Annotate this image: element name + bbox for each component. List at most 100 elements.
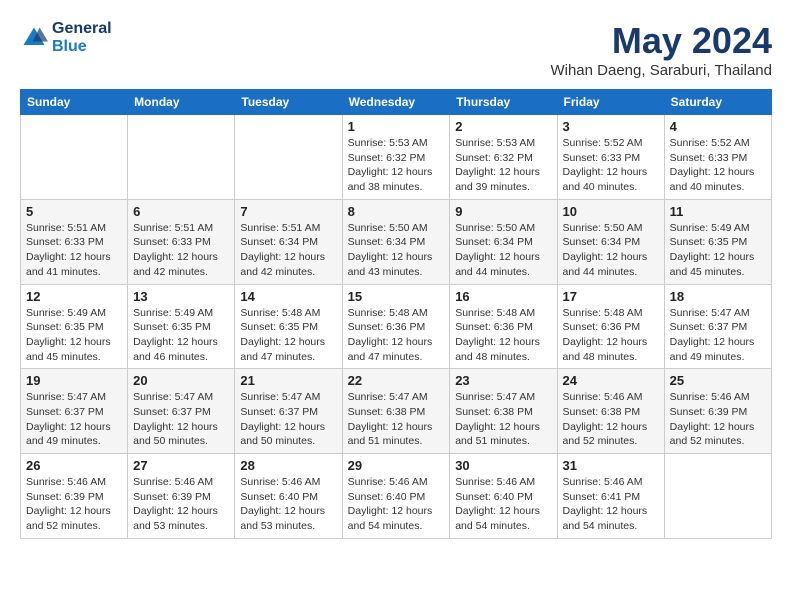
calendar-day-cell: 5 Sunrise: 5:51 AM Sunset: 6:33 PM Daylig…	[21, 199, 128, 284]
day-info: Sunrise: 5:47 AM Sunset: 6:37 PM Dayligh…	[26, 390, 122, 449]
weekday-header-tuesday: Tuesday	[235, 90, 342, 115]
calendar-week-row: 1 Sunrise: 5:53 AM Sunset: 6:32 PM Daylig…	[21, 115, 772, 200]
day-info: Sunrise: 5:46 AM Sunset: 6:40 PM Dayligh…	[348, 475, 445, 534]
day-info: Sunrise: 5:51 AM Sunset: 6:33 PM Dayligh…	[133, 221, 229, 280]
calendar-day-cell: 17 Sunrise: 5:48 AM Sunset: 6:36 PM Dayli…	[557, 284, 664, 369]
calendar-day-cell: 10Sunrise: 5:50 AM Sunset: 6:34 PM Dayli…	[557, 199, 664, 284]
day-info: Sunrise: 5:47 AM Sunset: 6:38 PM Dayligh…	[455, 390, 551, 449]
calendar-day-cell: 15 Sunrise: 5:48 AM Sunset: 6:36 PM Dayli…	[342, 284, 450, 369]
day-info: Sunrise: 5:46 AM Sunset: 6:38 PM Dayligh…	[563, 390, 659, 449]
calendar-day-cell: 18Sunrise: 5:47 AM Sunset: 6:37 PM Dayli…	[664, 284, 771, 369]
day-number: 12	[26, 289, 122, 304]
day-number: 17	[563, 289, 659, 304]
calendar-week-row: 19 Sunrise: 5:47 AM Sunset: 6:37 PM Dayli…	[21, 369, 772, 454]
day-number: 19	[26, 373, 122, 388]
day-number: 13	[133, 289, 229, 304]
day-info: Sunrise: 5:52 AM Sunset: 6:33 PM Dayligh…	[563, 136, 659, 195]
day-info: Sunrise: 5:47 AM Sunset: 6:37 PM Dayligh…	[133, 390, 229, 449]
day-number: 23	[455, 373, 551, 388]
calendar-day-cell: 8Sunrise: 5:50 AM Sunset: 6:34 PM Daylig…	[342, 199, 450, 284]
day-number: 27	[133, 458, 229, 473]
day-info: Sunrise: 5:48 AM Sunset: 6:35 PM Dayligh…	[240, 306, 336, 365]
logo: General Blue	[20, 20, 112, 56]
day-info: Sunrise: 5:48 AM Sunset: 6:36 PM Dayligh…	[348, 306, 445, 365]
calendar-day-cell: 25 Sunrise: 5:46 AM Sunset: 6:39 PM Dayli…	[664, 369, 771, 454]
day-info: Sunrise: 5:50 AM Sunset: 6:34 PM Dayligh…	[455, 221, 551, 280]
day-number: 15	[348, 289, 445, 304]
day-info: Sunrise: 5:46 AM Sunset: 6:39 PM Dayligh…	[670, 390, 766, 449]
day-number: 2	[455, 119, 551, 134]
title-section: May 2024 Wihan Daeng, Saraburi, Thailand	[550, 20, 772, 79]
calendar-day-cell: 29 Sunrise: 5:46 AM Sunset: 6:40 PM Dayli…	[342, 454, 450, 539]
logo-text: General Blue	[52, 20, 112, 56]
day-info: Sunrise: 5:47 AM Sunset: 6:37 PM Dayligh…	[240, 390, 336, 449]
day-number: 6	[133, 204, 229, 219]
day-number: 26	[26, 458, 122, 473]
day-info: Sunrise: 5:51 AM Sunset: 6:33 PM Dayligh…	[26, 221, 122, 280]
day-info: Sunrise: 5:46 AM Sunset: 6:39 PM Dayligh…	[26, 475, 122, 534]
calendar-day-cell: 6 Sunrise: 5:51 AM Sunset: 6:33 PM Daylig…	[128, 199, 235, 284]
day-info: Sunrise: 5:49 AM Sunset: 6:35 PM Dayligh…	[133, 306, 229, 365]
empty-cell	[128, 115, 235, 200]
month-year-title: May 2024	[550, 20, 772, 62]
day-number: 10	[563, 204, 659, 219]
calendar-day-cell: 11 Sunrise: 5:49 AM Sunset: 6:35 PM Dayli…	[664, 199, 771, 284]
calendar-week-row: 5 Sunrise: 5:51 AM Sunset: 6:33 PM Daylig…	[21, 199, 772, 284]
day-number: 1	[348, 119, 445, 134]
empty-cell	[235, 115, 342, 200]
day-info: Sunrise: 5:50 AM Sunset: 6:34 PM Dayligh…	[348, 221, 445, 280]
day-number: 5	[26, 204, 122, 219]
weekday-header-wednesday: Wednesday	[342, 90, 450, 115]
day-number: 16	[455, 289, 551, 304]
day-number: 21	[240, 373, 336, 388]
page-header: General Blue May 2024 Wihan Daeng, Sarab…	[20, 20, 772, 79]
calendar-day-cell: 24 Sunrise: 5:46 AM Sunset: 6:38 PM Dayli…	[557, 369, 664, 454]
day-info: Sunrise: 5:46 AM Sunset: 6:41 PM Dayligh…	[563, 475, 659, 534]
day-number: 30	[455, 458, 551, 473]
calendar-day-cell: 19 Sunrise: 5:47 AM Sunset: 6:37 PM Dayli…	[21, 369, 128, 454]
calendar-day-cell: 27 Sunrise: 5:46 AM Sunset: 6:39 PM Dayli…	[128, 454, 235, 539]
day-info: Sunrise: 5:51 AM Sunset: 6:34 PM Dayligh…	[240, 221, 336, 280]
calendar-day-cell: 7Sunrise: 5:51 AM Sunset: 6:34 PM Daylig…	[235, 199, 342, 284]
calendar-week-row: 12 Sunrise: 5:49 AM Sunset: 6:35 PM Dayli…	[21, 284, 772, 369]
day-info: Sunrise: 5:48 AM Sunset: 6:36 PM Dayligh…	[563, 306, 659, 365]
day-number: 9	[455, 204, 551, 219]
calendar-table: SundayMondayTuesdayWednesdayThursdayFrid…	[20, 89, 772, 539]
day-info: Sunrise: 5:46 AM Sunset: 6:40 PM Dayligh…	[455, 475, 551, 534]
day-info: Sunrise: 5:49 AM Sunset: 6:35 PM Dayligh…	[670, 221, 766, 280]
day-number: 28	[240, 458, 336, 473]
day-info: Sunrise: 5:47 AM Sunset: 6:38 PM Dayligh…	[348, 390, 445, 449]
calendar-day-cell: 26 Sunrise: 5:46 AM Sunset: 6:39 PM Dayli…	[21, 454, 128, 539]
logo-icon	[20, 24, 48, 52]
day-number: 3	[563, 119, 659, 134]
calendar-day-cell: 13 Sunrise: 5:49 AM Sunset: 6:35 PM Dayli…	[128, 284, 235, 369]
day-number: 22	[348, 373, 445, 388]
day-info: Sunrise: 5:53 AM Sunset: 6:32 PM Dayligh…	[455, 136, 551, 195]
day-info: Sunrise: 5:48 AM Sunset: 6:36 PM Dayligh…	[455, 306, 551, 365]
weekday-header-saturday: Saturday	[664, 90, 771, 115]
day-info: Sunrise: 5:46 AM Sunset: 6:40 PM Dayligh…	[240, 475, 336, 534]
calendar-day-cell: 28 Sunrise: 5:46 AM Sunset: 6:40 PM Dayli…	[235, 454, 342, 539]
day-number: 18	[670, 289, 766, 304]
calendar-day-cell: 3 Sunrise: 5:52 AM Sunset: 6:33 PM Daylig…	[557, 115, 664, 200]
day-info: Sunrise: 5:46 AM Sunset: 6:39 PM Dayligh…	[133, 475, 229, 534]
weekday-header-friday: Friday	[557, 90, 664, 115]
day-number: 29	[348, 458, 445, 473]
calendar-header-row: SundayMondayTuesdayWednesdayThursdayFrid…	[21, 90, 772, 115]
calendar-day-cell: 31Sunrise: 5:46 AM Sunset: 6:41 PM Dayli…	[557, 454, 664, 539]
weekday-header-thursday: Thursday	[450, 90, 557, 115]
weekday-header-sunday: Sunday	[21, 90, 128, 115]
empty-cell	[21, 115, 128, 200]
day-number: 11	[670, 204, 766, 219]
calendar-day-cell: 20 Sunrise: 5:47 AM Sunset: 6:37 PM Dayli…	[128, 369, 235, 454]
day-number: 24	[563, 373, 659, 388]
calendar-day-cell: 1 Sunrise: 5:53 AM Sunset: 6:32 PM Daylig…	[342, 115, 450, 200]
calendar-day-cell: 16 Sunrise: 5:48 AM Sunset: 6:36 PM Dayli…	[450, 284, 557, 369]
day-info: Sunrise: 5:53 AM Sunset: 6:32 PM Dayligh…	[348, 136, 445, 195]
day-number: 25	[670, 373, 766, 388]
day-number: 20	[133, 373, 229, 388]
empty-cell	[664, 454, 771, 539]
calendar-day-cell: 14Sunrise: 5:48 AM Sunset: 6:35 PM Dayli…	[235, 284, 342, 369]
calendar-day-cell: 22 Sunrise: 5:47 AM Sunset: 6:38 PM Dayli…	[342, 369, 450, 454]
day-info: Sunrise: 5:49 AM Sunset: 6:35 PM Dayligh…	[26, 306, 122, 365]
